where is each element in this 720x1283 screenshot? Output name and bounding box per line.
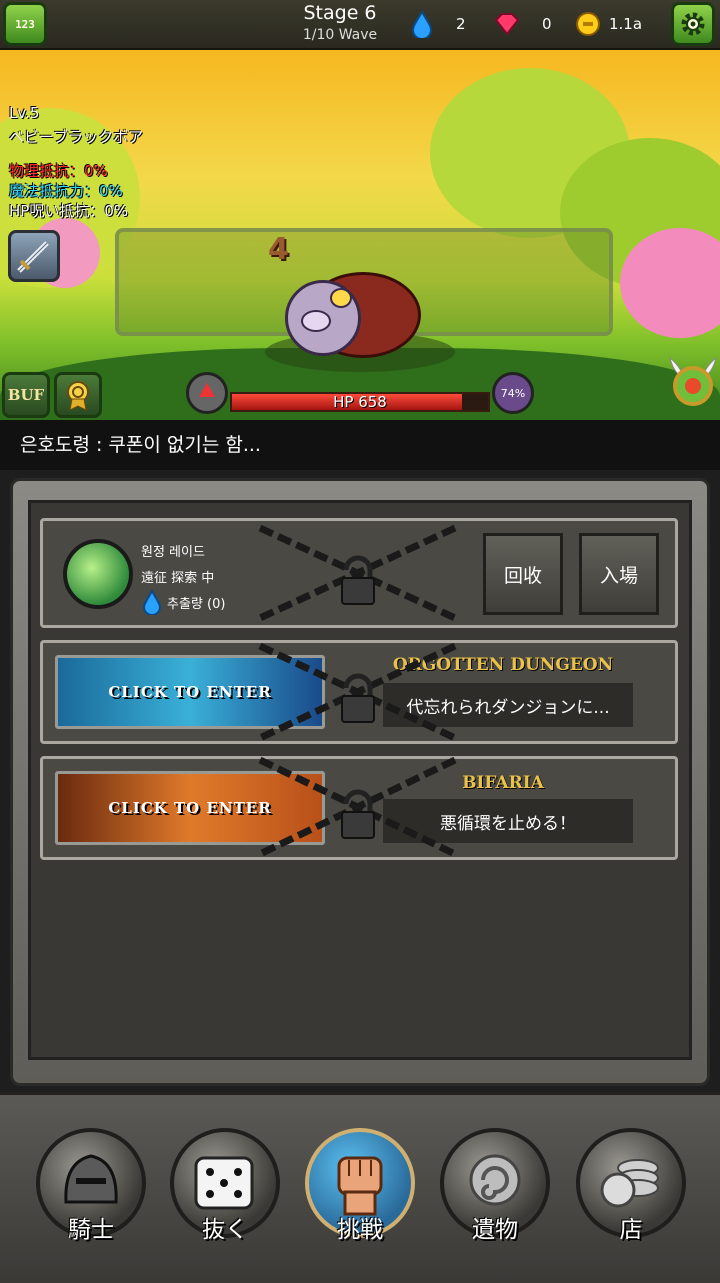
number-menu-icon: 123 bbox=[15, 17, 35, 31]
collect-button[interactable]: 回收 bbox=[483, 533, 563, 615]
sword-icon bbox=[17, 241, 49, 273]
battle-scene: 4 Lv.5 ベビーブラックボア 物理抵抗：0% 魔法抵抗力：0% HP呪い抵抗… bbox=[0, 48, 720, 420]
water-resource: 2 bbox=[410, 8, 466, 40]
gold-count: 1.1a bbox=[609, 15, 643, 33]
raid-title: 원정 레이드 bbox=[141, 545, 205, 560]
auto-attack-button[interactable] bbox=[8, 230, 60, 282]
winged-gem-icon bbox=[669, 356, 717, 406]
nav-shop[interactable]: 店 bbox=[576, 1128, 686, 1248]
enemy-boar[interactable] bbox=[265, 252, 455, 372]
buff-button[interactable]: BUF bbox=[2, 372, 50, 418]
hp-bar-track: HP 658 bbox=[230, 392, 490, 412]
nav-relic[interactable]: 遺物 bbox=[440, 1128, 550, 1248]
forgotten-title: ORGOTTEN DUNGEON bbox=[392, 655, 614, 675]
bifaria-description: 悪循環を止める！ bbox=[383, 799, 633, 843]
forgotten-description: 代忘れられダンジョンに... bbox=[383, 683, 633, 727]
gem-resource: 0 bbox=[492, 8, 552, 40]
extraction-amount: 추출량 (0) bbox=[167, 596, 226, 612]
enemy-name: ベビーブラックボア bbox=[9, 128, 144, 146]
nav-challenge[interactable]: 挑戦 bbox=[305, 1128, 415, 1248]
bifaria-banner-text: CLICK TO ENTER bbox=[108, 799, 272, 817]
chat-message: 은호도령 : 쿠폰이 없기는 함... bbox=[20, 434, 261, 456]
hp-text: HP 658 bbox=[333, 393, 387, 411]
raid-status: 遠征 探索 中 bbox=[141, 571, 215, 586]
top-hud: 123 Stage 6 1/10 Wave 2 0 1.1a bbox=[0, 0, 720, 50]
forgotten-dungeon-row: CLICK TO ENTER ORGOTTEN DUNGEON 代忘れられダンジ… bbox=[40, 640, 678, 744]
medal-button[interactable] bbox=[54, 372, 102, 418]
gold-resource: 1.1a bbox=[575, 8, 642, 40]
enemy-level: Lv.5 bbox=[9, 104, 40, 122]
nav-challenge-label: 挑戦 bbox=[337, 1217, 383, 1243]
collect-label: 回收 bbox=[503, 564, 542, 587]
red-arrow-icon bbox=[199, 383, 215, 397]
gem-count: 0 bbox=[542, 15, 552, 33]
enter-raid-button[interactable]: 入場 bbox=[579, 533, 659, 615]
buff-label: BUF bbox=[7, 386, 45, 404]
raid-row: 원정 레이드 遠征 探索 中 추출량 (0) 回收 入場 bbox=[40, 518, 678, 628]
water-drop-icon bbox=[142, 589, 162, 615]
gear-icon bbox=[681, 12, 705, 36]
nav-draw-label: 抜く bbox=[202, 1217, 248, 1243]
damage-number: 4 bbox=[268, 232, 289, 267]
menu-button[interactable]: 123 bbox=[3, 2, 47, 46]
physical-resist: 物理抵抗：0% bbox=[9, 162, 108, 180]
raid-extraction: 추출량 (0) bbox=[141, 589, 225, 615]
nav-knight-label: 騎士 bbox=[68, 1217, 114, 1243]
stage-title: Stage 6 bbox=[303, 2, 377, 24]
bifaria-title: BIFARIA bbox=[462, 773, 544, 793]
ruby-gem-icon bbox=[494, 13, 520, 36]
bifaria-row: CLICK TO ENTER BIFARIA 悪循環を止める！ bbox=[40, 756, 678, 860]
water-count: 2 bbox=[456, 15, 466, 33]
nav-shop-label: 店 bbox=[619, 1217, 643, 1243]
nav-draw[interactable]: 抜く bbox=[170, 1128, 280, 1248]
wave-counter: 1/10 Wave bbox=[302, 27, 378, 43]
forgotten-enter-banner[interactable]: CLICK TO ENTER bbox=[55, 655, 325, 729]
chat-ticker[interactable]: 은호도령 : 쿠폰이 없기는 함... bbox=[0, 420, 720, 470]
boss-left-orb bbox=[186, 372, 228, 414]
hp-curse-resist: HP呪い抵抗：0% bbox=[9, 202, 129, 220]
raid-orb bbox=[63, 539, 133, 609]
bifaria-enter-banner[interactable]: CLICK TO ENTER bbox=[55, 771, 325, 845]
boss-percent-orb: 74% bbox=[492, 372, 534, 414]
boss-percent: 74% bbox=[500, 386, 526, 400]
winged-emblem-button[interactable] bbox=[666, 348, 720, 412]
medal-icon bbox=[67, 381, 89, 411]
forgotten-banner-text: CLICK TO ENTER bbox=[108, 683, 272, 701]
water-drop-icon bbox=[411, 10, 433, 38]
nav-relic-label: 遺物 bbox=[472, 1217, 518, 1243]
magic-resist: 魔法抵抗力：0% bbox=[9, 182, 123, 200]
gold-coin-icon bbox=[576, 12, 600, 36]
enter-label: 入場 bbox=[599, 564, 638, 587]
nav-knight[interactable]: 騎士 bbox=[36, 1128, 146, 1248]
settings-button[interactable] bbox=[671, 2, 715, 46]
